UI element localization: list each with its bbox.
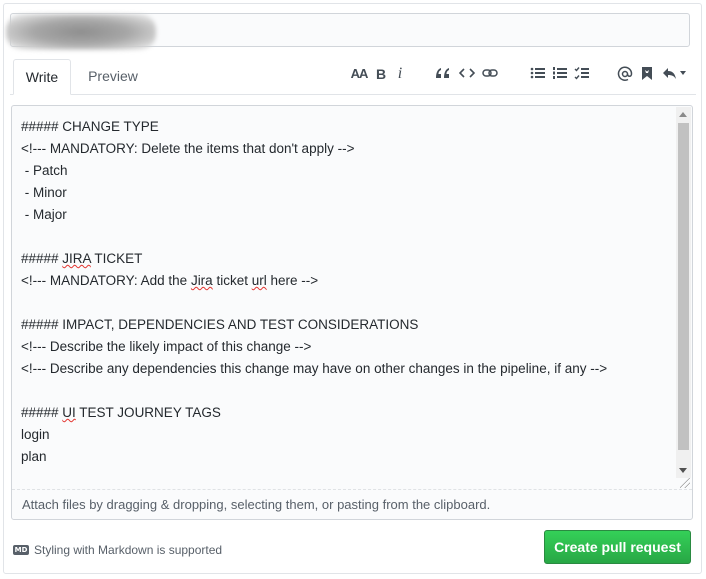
code-icon[interactable] [458, 64, 476, 84]
editor-line: <!--- MANDATORY: Delete the items that d… [21, 141, 355, 156]
tab-write[interactable]: Write [13, 59, 71, 95]
mention-icon[interactable] [616, 64, 634, 84]
create-pull-request-button[interactable]: Create pull request [544, 530, 691, 564]
editor-scrollbar[interactable] [676, 107, 691, 478]
redacted-title-blur [6, 14, 156, 50]
editor-line: - Minor [21, 185, 67, 200]
editor-line: - Patch [21, 163, 68, 178]
scrollbar-thumb[interactable] [678, 123, 689, 450]
file-attach-bar[interactable]: Attach files by dragging & dropping, sel… [12, 489, 692, 519]
bold-icon[interactable]: B [374, 64, 388, 84]
markdown-note-text[interactable]: Styling with Markdown is supported [34, 541, 222, 559]
editor-line: login [21, 427, 50, 442]
markdown-support-note: MD Styling with Markdown is supported [13, 541, 222, 559]
tab-preview[interactable]: Preview [80, 59, 146, 95]
editor-line: ##### CHANGE TYPE [21, 119, 159, 134]
editor-line: ##### JIRA TICKET [21, 251, 143, 266]
resize-grip-icon[interactable] [680, 478, 690, 488]
reply-icon[interactable] [661, 64, 687, 84]
editor-line: ##### IMPACT, DEPENDENCIES AND TEST CONS… [21, 317, 419, 332]
text-size-icon[interactable]: AA [349, 64, 369, 84]
quote-icon[interactable] [434, 64, 452, 84]
link-icon[interactable] [481, 64, 499, 84]
markdown-icon: MD [13, 545, 29, 555]
scroll-down-arrow-icon[interactable] [679, 468, 687, 473]
unordered-list-icon[interactable] [529, 64, 547, 84]
editor-line: <!--- MANDATORY: Add the Jira ticket url… [21, 273, 319, 288]
task-list-icon[interactable] [573, 64, 591, 84]
italic-icon[interactable]: i [394, 64, 406, 84]
scroll-up-arrow-icon[interactable] [679, 112, 687, 117]
bookmark-icon[interactable] [639, 64, 655, 84]
editor-line: <!--- Describe any dependencies this cha… [21, 361, 608, 376]
editor-line: <!--- Describe the likely impact of this… [21, 339, 312, 354]
ordered-list-icon[interactable] [551, 64, 569, 84]
editor-line: plan [21, 449, 47, 464]
body-textarea[interactable]: ##### CHANGE TYPE <!--- MANDATORY: Delete… [13, 107, 676, 491]
editor-line: - Major [21, 207, 67, 222]
comment-editor: ##### CHANGE TYPE <!--- MANDATORY: Delete… [11, 105, 693, 520]
editor-line: ##### UI TEST JOURNEY TAGS [21, 405, 221, 420]
